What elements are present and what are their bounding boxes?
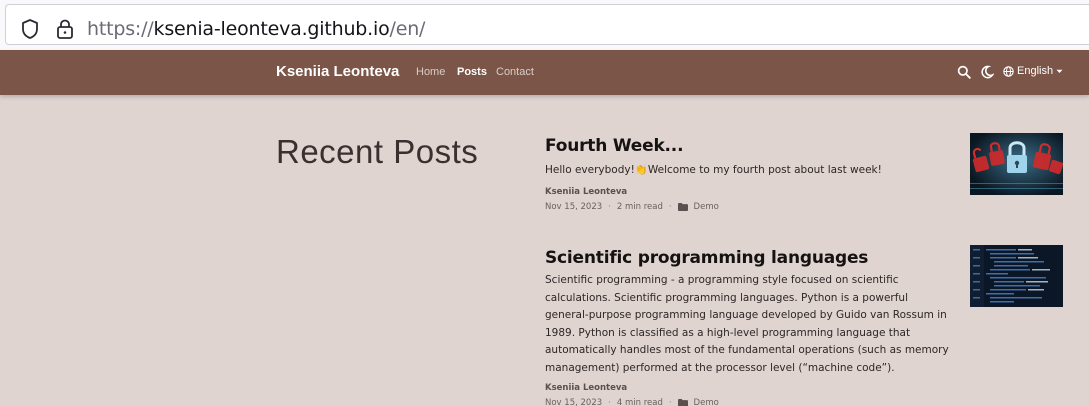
meta-separator: · (608, 398, 611, 406)
meta-separator: · (608, 201, 611, 212)
folder-icon (677, 202, 688, 211)
post-meta: Nov 15, 2023 · 2 min read · Demo (545, 202, 1065, 212)
site-navbar: Kseniia Leonteva Home Posts Contact Engl… (0, 50, 1089, 95)
meta-separator: · (668, 398, 672, 406)
nav-link-home[interactable]: Home (416, 66, 445, 78)
folder-icon (677, 399, 688, 406)
padlocks-image (970, 133, 1063, 195)
moon-icon[interactable] (980, 65, 994, 79)
caret-down-icon (1056, 69, 1063, 73)
browser-toolbar: https://ksenia-leonteva.github.io/en/ (0, 0, 1089, 50)
meta-separator: · (668, 201, 672, 212)
language-selector[interactable]: English (1003, 65, 1063, 77)
post-author: Kseniia Leonteva (545, 383, 628, 393)
post-summary: Scientific programming - a programming s… (545, 274, 949, 374)
post-summary: Hello everybody!👏Welcome to my fourth po… (545, 164, 882, 176)
post-date: Nov 15, 2023 (545, 201, 603, 212)
search-icon[interactable] (957, 65, 971, 79)
post-meta: Nov 15, 2023 · 4 min read · Demo (545, 398, 1065, 406)
url-scheme: https:// (87, 18, 154, 40)
url-path: /en/ (389, 18, 426, 40)
nav-link-posts[interactable]: Posts (457, 66, 487, 78)
language-label: English (1017, 65, 1054, 77)
globe-icon (1003, 65, 1014, 77)
section-title: Recent Posts (276, 133, 479, 170)
shield-icon[interactable] (20, 18, 40, 40)
address-bar[interactable]: https://ksenia-leonteva.github.io/en/ (5, 4, 1089, 45)
post-category[interactable]: Demo (694, 398, 719, 406)
url-text[interactable]: https://ksenia-leonteva.github.io/en/ (87, 18, 425, 40)
code-screen-image (970, 245, 1063, 307)
url-host: ksenia-leonteva.github.io (153, 18, 390, 40)
post-thumbnail[interactable] (970, 245, 1063, 307)
nav-link-contact[interactable]: Contact (496, 66, 534, 78)
post-date: Nov 15, 2023 (545, 398, 603, 406)
post-read-time: 4 min read (616, 398, 663, 406)
lock-icon[interactable] (55, 18, 75, 40)
post-thumbnail[interactable] (970, 133, 1063, 195)
post-category[interactable]: Demo (694, 202, 719, 212)
post-read-time: 2 min read (616, 201, 663, 212)
site-brand[interactable]: Kseniia Leonteva (276, 63, 399, 80)
